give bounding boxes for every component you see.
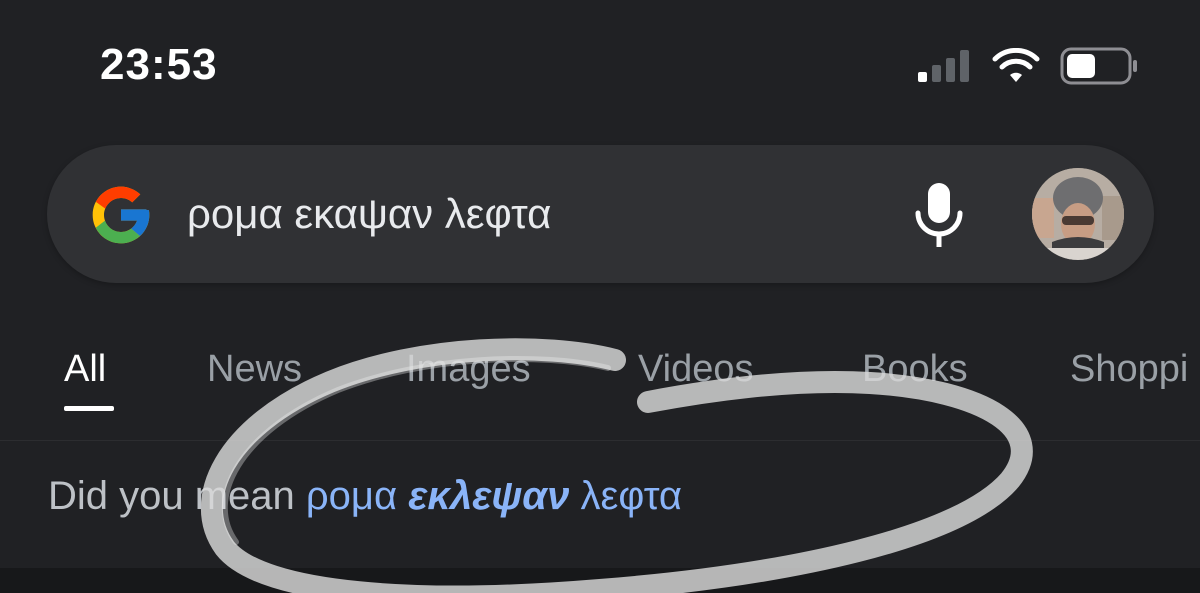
tab-images[interactable]: Images <box>406 348 531 391</box>
tab-books[interactable]: Books <box>862 348 968 391</box>
tab-shopping[interactable]: Shoppi <box>1070 348 1188 391</box>
status-time: 23:53 <box>100 40 218 89</box>
did-you-mean: Did you mean ρομα εκλεψαν λεφτα <box>48 473 682 519</box>
search-bar[interactable]: ρομα εκαψαν λεφτα <box>47 145 1154 283</box>
search-tabs: All News Images Videos Books Shoppi <box>0 330 1200 440</box>
tabs-divider <box>0 440 1200 441</box>
tab-news[interactable]: News <box>207 348 302 391</box>
tab-all[interactable]: All <box>64 348 106 391</box>
avatar[interactable] <box>1032 168 1124 260</box>
mic-icon[interactable] <box>909 181 969 249</box>
signal-icon <box>918 50 969 82</box>
google-logo <box>92 186 150 244</box>
avatar-image <box>1032 168 1124 260</box>
search-query[interactable]: ρομα εκαψαν λεφτα <box>187 189 551 239</box>
suggestion-word-1: ρομα <box>305 474 398 518</box>
tab-videos[interactable]: Videos <box>638 348 754 391</box>
battery-icon <box>1060 47 1137 85</box>
active-tab-indicator <box>64 406 114 411</box>
next-section-edge <box>0 568 1200 593</box>
did-you-mean-label: Did you mean <box>48 474 295 518</box>
status-icons <box>916 46 1140 86</box>
suggestion-word-3: λεφτα <box>580 474 683 518</box>
spelling-suggestion-link[interactable]: ρομα εκλεψαν λεφτα <box>306 474 682 518</box>
wifi-icon <box>992 48 1040 82</box>
suggestion-corrected-word: εκλεψαν <box>408 474 570 518</box>
